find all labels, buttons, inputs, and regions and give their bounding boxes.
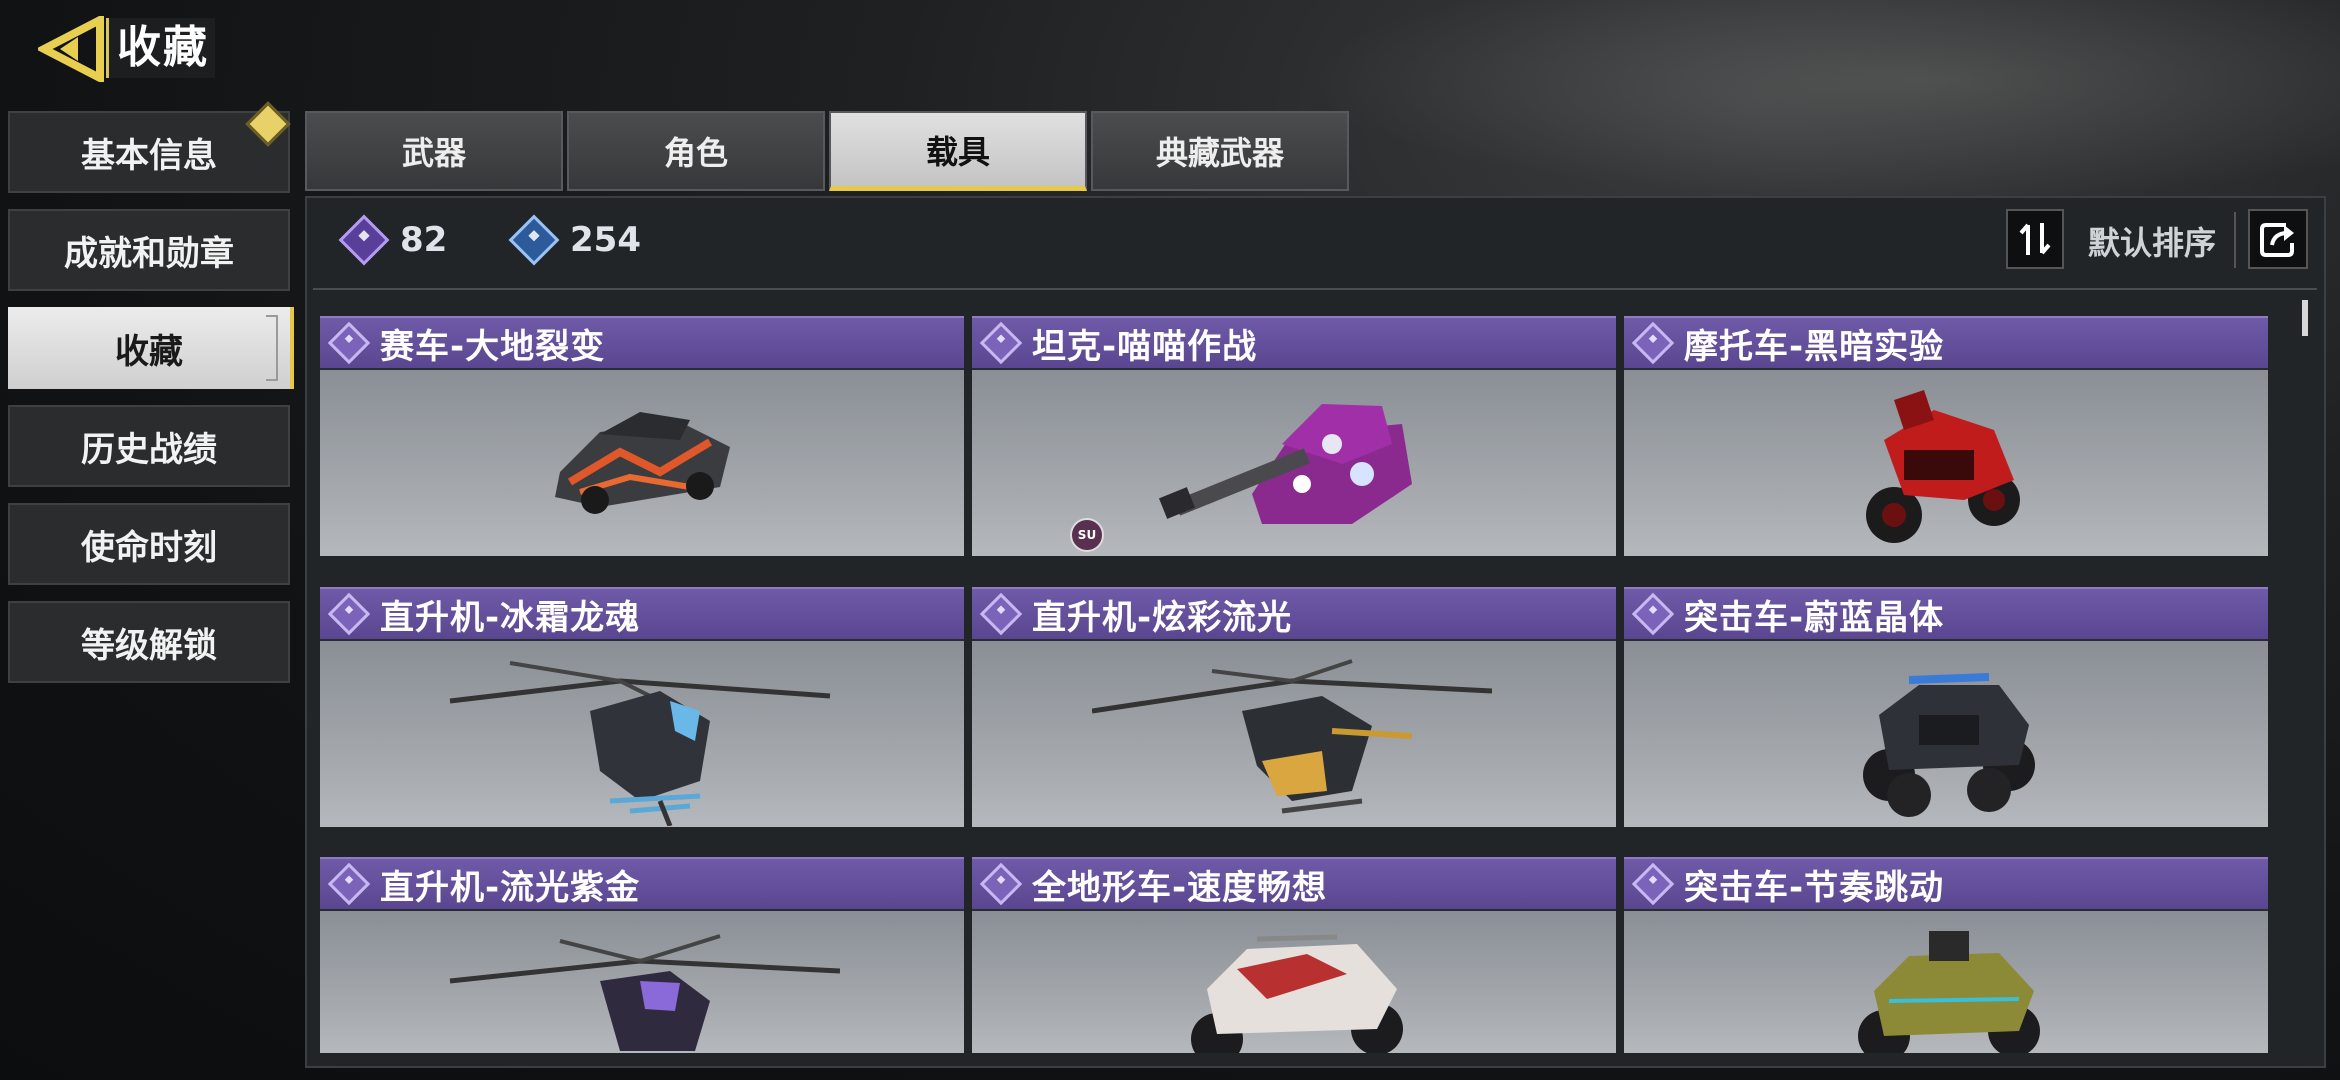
background-haze <box>1300 0 2340 200</box>
card-header: 直升机-炫彩流光 <box>972 587 1616 639</box>
card-header: 赛车-大地裂变 <box>320 316 964 368</box>
page-title: 收藏 <box>106 18 215 78</box>
currency-purple-value: 82 <box>400 220 448 260</box>
rarity-gem-icon <box>1631 321 1675 365</box>
rarity-gem-icon <box>1631 592 1675 636</box>
sort-arrows-icon <box>2019 223 2051 255</box>
card-header: 摩托车-黑暗实验 <box>1624 316 2268 368</box>
tab-legendary-weapons[interactable]: 典藏武器 <box>1091 111 1349 191</box>
vehicle-preview <box>320 641 964 827</box>
rarity-gem-icon <box>979 321 1023 365</box>
helicopter-image <box>449 661 831 826</box>
atv-image <box>1191 934 1403 1053</box>
vehicle-preview <box>1624 641 2268 827</box>
motorcycle-image <box>1866 390 2020 543</box>
sidebar-item-label: 历史战绩 <box>81 429 217 470</box>
tab-label: 武器 <box>401 134 466 172</box>
card-header: 直升机-冰霜龙魂 <box>320 587 964 639</box>
vehicle-card[interactable]: 突击车-蔚蓝晶体 <box>1624 587 2268 827</box>
tank-image <box>1158 404 1412 524</box>
vehicle-preview: SU <box>972 370 1616 556</box>
card-header: 坦克-喵喵作战 <box>972 316 1616 368</box>
toolbar-divider <box>313 288 2317 290</box>
buggy-image <box>1858 931 2040 1053</box>
sidebar-item-achievements[interactable]: 成就和勋章 <box>8 209 290 291</box>
tab-weapons[interactable]: 武器 <box>305 111 563 191</box>
vehicle-preview <box>1624 911 2268 1053</box>
sidebar-item-label: 成就和勋章 <box>64 233 234 274</box>
vehicle-name: 突击车-节奏跳动 <box>1684 867 1945 908</box>
sidebar-item-label: 使命时刻 <box>81 527 217 568</box>
sidebar-item-moments[interactable]: 使命时刻 <box>8 503 290 585</box>
currency-blue-value: 254 <box>570 220 641 260</box>
vehicle-preview <box>320 911 964 1053</box>
vehicle-card[interactable]: 全地形车-速度畅想 <box>972 857 1616 1053</box>
vehicle-card[interactable]: 突击车-节奏跳动 <box>1624 857 2268 1053</box>
vehicle-name: 直升机-炫彩流光 <box>1032 597 1293 638</box>
rarity-gem-icon <box>1631 862 1675 906</box>
vehicle-card[interactable]: 赛车-大地裂变 <box>320 316 964 556</box>
vehicle-preview <box>972 911 1616 1053</box>
sidebar-item-history[interactable]: 历史战绩 <box>8 405 290 487</box>
su-badge: SU <box>1070 518 1104 552</box>
vehicle-card[interactable]: 直升机-炫彩流光 <box>972 587 1616 827</box>
vehicle-preview <box>1624 370 2268 556</box>
sort-label[interactable]: 默认排序 <box>2088 218 2216 264</box>
card-header: 突击车-蔚蓝晶体 <box>1624 587 2268 639</box>
helicopter-image <box>1092 659 1492 814</box>
sidebar-item-label: 收藏 <box>115 331 183 372</box>
toolbar-separator <box>2234 212 2236 268</box>
vehicle-preview <box>320 370 964 556</box>
sidebar-item-collection[interactable]: 收藏 <box>8 307 290 389</box>
card-header: 突击车-节奏跳动 <box>1624 857 2268 909</box>
vehicle-card[interactable]: 坦克-喵喵作战 SU <box>972 316 1616 556</box>
buggy-image <box>1863 673 2035 817</box>
rarity-gem-icon <box>327 321 371 365</box>
share-button[interactable] <box>2248 209 2308 269</box>
rarity-gem-icon <box>327 862 371 906</box>
tab-vehicles[interactable]: 载具 <box>829 111 1087 191</box>
scrollbar-thumb[interactable] <box>2302 300 2308 336</box>
vehicle-name: 赛车-大地裂变 <box>380 326 606 367</box>
vehicle-name: 直升机-冰霜龙魂 <box>380 597 641 638</box>
vehicle-name: 全地形车-速度畅想 <box>1032 867 1328 908</box>
back-arrow-icon <box>35 13 104 85</box>
sidebar-item-label: 基本信息 <box>81 135 217 176</box>
sidebar-item-label: 等级解锁 <box>81 625 217 666</box>
tab-label: 典藏武器 <box>1155 134 1284 172</box>
currency-blue: 254 <box>508 214 641 266</box>
tab-label: 载具 <box>925 132 990 171</box>
back-button[interactable] <box>35 13 108 85</box>
purple-gem-icon <box>338 214 390 266</box>
currency-purple: 82 <box>338 214 448 266</box>
card-header: 全地形车-速度畅想 <box>972 857 1616 909</box>
share-icon <box>2260 223 2294 257</box>
vehicle-name: 突击车-蔚蓝晶体 <box>1684 597 1945 638</box>
blue-gem-icon <box>508 214 560 266</box>
vehicle-name: 摩托车-黑暗实验 <box>1684 326 1945 367</box>
rarity-gem-icon <box>979 592 1023 636</box>
helicopter-image <box>449 934 840 1051</box>
vehicle-card[interactable]: 直升机-冰霜龙魂 <box>320 587 964 827</box>
sidebar-item-level-unlock[interactable]: 等级解锁 <box>8 601 290 683</box>
tab-label: 角色 <box>663 134 728 172</box>
vehicle-card[interactable]: 摩托车-黑暗实验 <box>1624 316 2268 556</box>
rarity-gem-icon <box>327 592 371 636</box>
tab-characters[interactable]: 角色 <box>567 111 825 191</box>
vehicle-name: 直升机-流光紫金 <box>380 867 641 908</box>
vehicle-name: 坦克-喵喵作战 <box>1032 326 1258 367</box>
vehicle-card[interactable]: 直升机-流光紫金 <box>320 857 964 1053</box>
sort-toggle-button[interactable] <box>2006 209 2064 269</box>
vehicle-preview <box>972 641 1616 827</box>
race-car-image <box>555 412 730 514</box>
rarity-gem-icon <box>979 862 1023 906</box>
card-header: 直升机-流光紫金 <box>320 857 964 909</box>
